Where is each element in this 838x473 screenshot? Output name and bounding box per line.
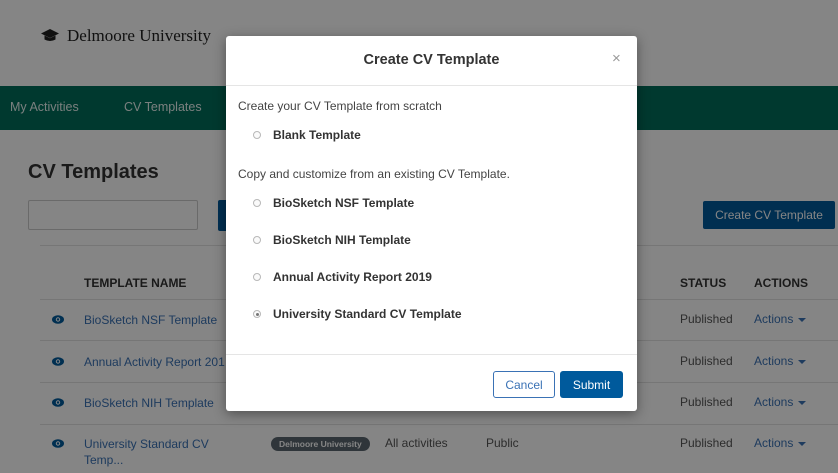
option-label: University Standard CV Template — [273, 307, 462, 321]
option-university-standard-cv[interactable]: University Standard CV Template — [253, 307, 462, 321]
option-label: BioSketch NIH Template — [273, 233, 411, 247]
option-label: Blank Template — [273, 128, 361, 142]
copy-section-label: Copy and customize from an existing CV T… — [238, 167, 510, 181]
modal-footer-divider — [226, 354, 637, 355]
radio-button-selected[interactable] — [253, 310, 261, 318]
radio-button[interactable] — [253, 131, 261, 139]
modal-header: Create CV Template × — [226, 36, 637, 86]
radio-button[interactable] — [253, 273, 261, 281]
option-blank-template[interactable]: Blank Template — [253, 128, 361, 142]
scratch-section-label: Create your CV Template from scratch — [238, 99, 442, 113]
cancel-button[interactable]: Cancel — [493, 371, 555, 398]
radio-button[interactable] — [253, 199, 261, 207]
create-cv-template-dialog: Create CV Template × Create your CV Temp… — [226, 36, 637, 411]
option-biosketch-nih[interactable]: BioSketch NIH Template — [253, 233, 411, 247]
option-label: BioSketch NSF Template — [273, 196, 415, 210]
submit-button[interactable]: Submit — [560, 371, 623, 398]
option-annual-activity-report[interactable]: Annual Activity Report 2019 — [253, 270, 432, 284]
radio-button[interactable] — [253, 236, 261, 244]
modal-title: Create CV Template — [363, 52, 500, 68]
close-icon[interactable]: × — [612, 50, 621, 67]
option-biosketch-nsf[interactable]: BioSketch NSF Template — [253, 196, 414, 210]
option-label: Annual Activity Report 2019 — [273, 270, 432, 284]
